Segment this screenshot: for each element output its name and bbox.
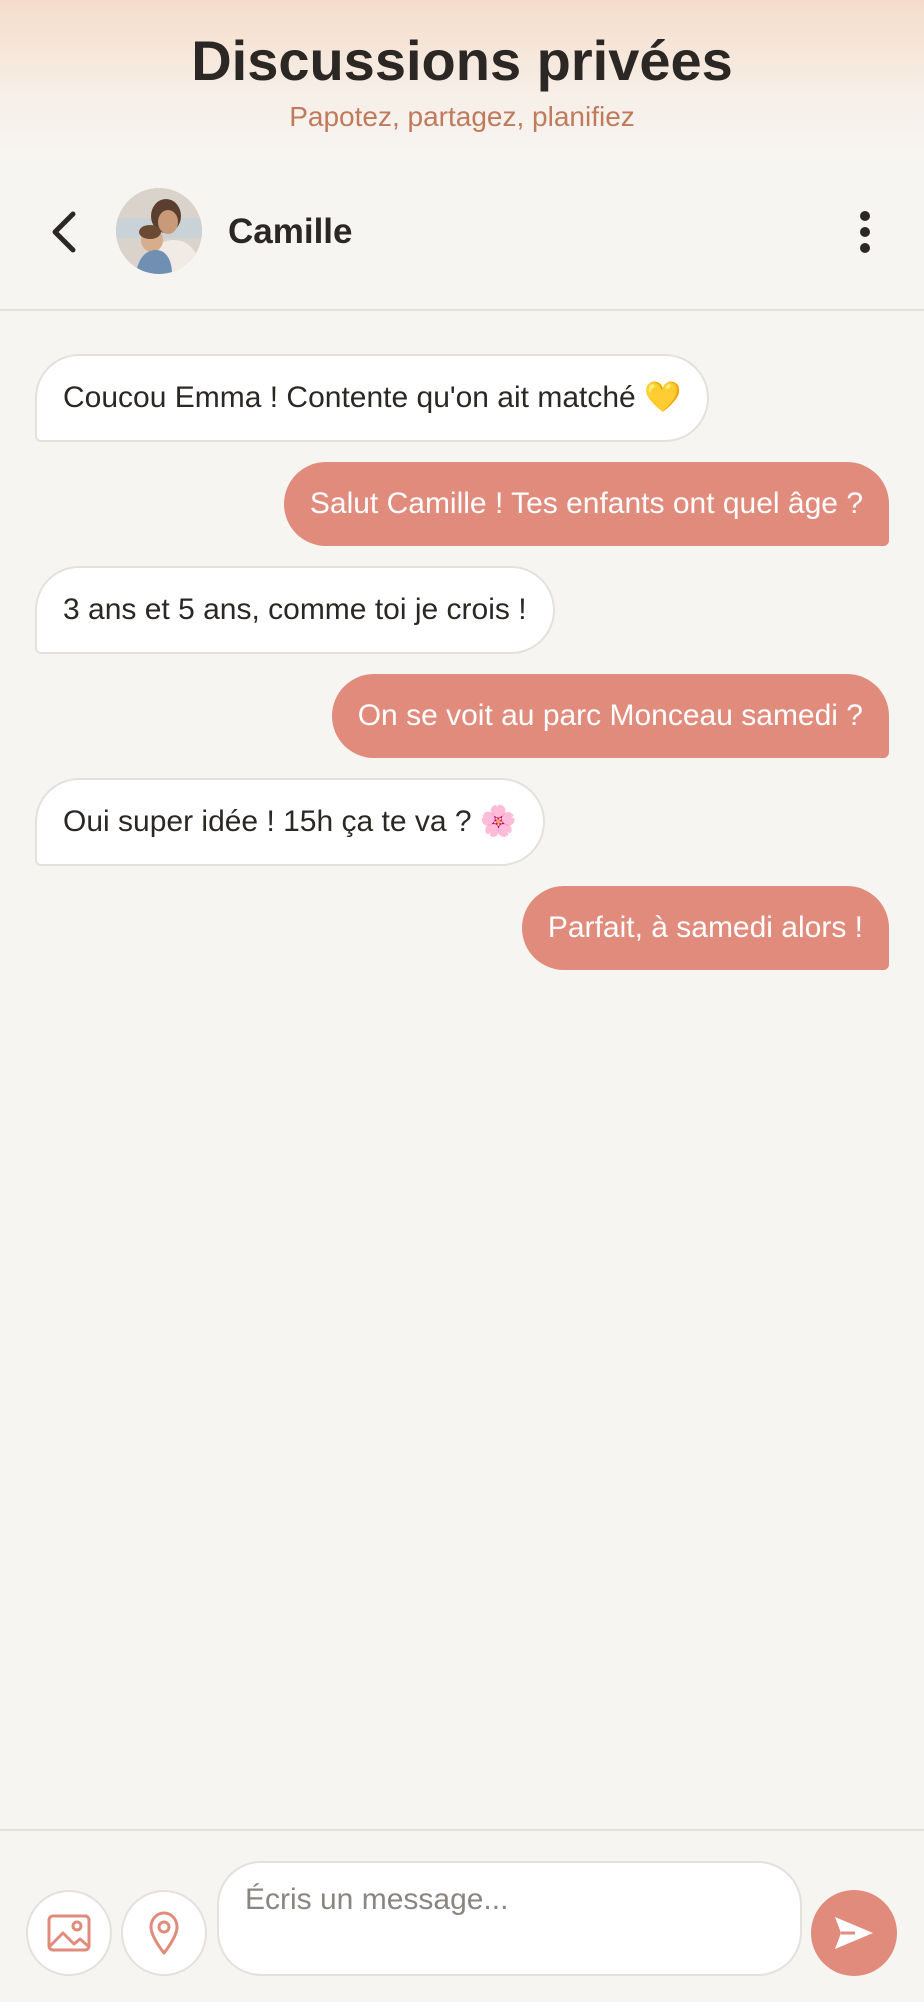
- page-subtitle: Papotez, partagez, planifiez: [289, 101, 635, 132]
- avatar[interactable]: [116, 188, 202, 274]
- message-incoming: 3 ans et 5 ans, comme toi je crois !: [35, 566, 555, 654]
- contact-name: Camille: [228, 212, 353, 251]
- location-pin-icon: [149, 1911, 179, 1955]
- chat-header: Camille: [0, 158, 924, 311]
- image-icon: [47, 1914, 91, 1952]
- attach-image-button[interactable]: [26, 1890, 112, 1976]
- message-outgoing: Parfait, à samedi alors !: [521, 886, 889, 970]
- message-outgoing: On se voit au parc Monceau samedi ?: [331, 674, 889, 758]
- back-button[interactable]: [38, 206, 90, 258]
- message-outgoing: Salut Camille ! Tes enfants ont quel âge…: [283, 462, 889, 546]
- send-button[interactable]: [811, 1890, 897, 1976]
- avatar-photo: [116, 188, 202, 274]
- message-list[interactable]: Coucou Emma ! Contente qu'on ait matché …: [0, 311, 924, 1829]
- send-icon: [835, 1917, 873, 1949]
- chevron-left-icon: [52, 211, 76, 253]
- page-header: Discussions privées Papotez, partagez, p…: [0, 0, 924, 158]
- message-incoming: Coucou Emma ! Contente qu'on ait matché …: [35, 354, 710, 442]
- message-input[interactable]: [217, 1861, 802, 1976]
- more-options-button[interactable]: [840, 202, 890, 262]
- page-title: Discussions privées: [191, 29, 733, 92]
- message-composer: [0, 1829, 924, 2002]
- message-incoming: Oui super idée ! 15h ça te va ? 🌸: [35, 778, 546, 866]
- more-vertical-icon: [860, 211, 870, 253]
- share-location-button[interactable]: [121, 1890, 207, 1976]
